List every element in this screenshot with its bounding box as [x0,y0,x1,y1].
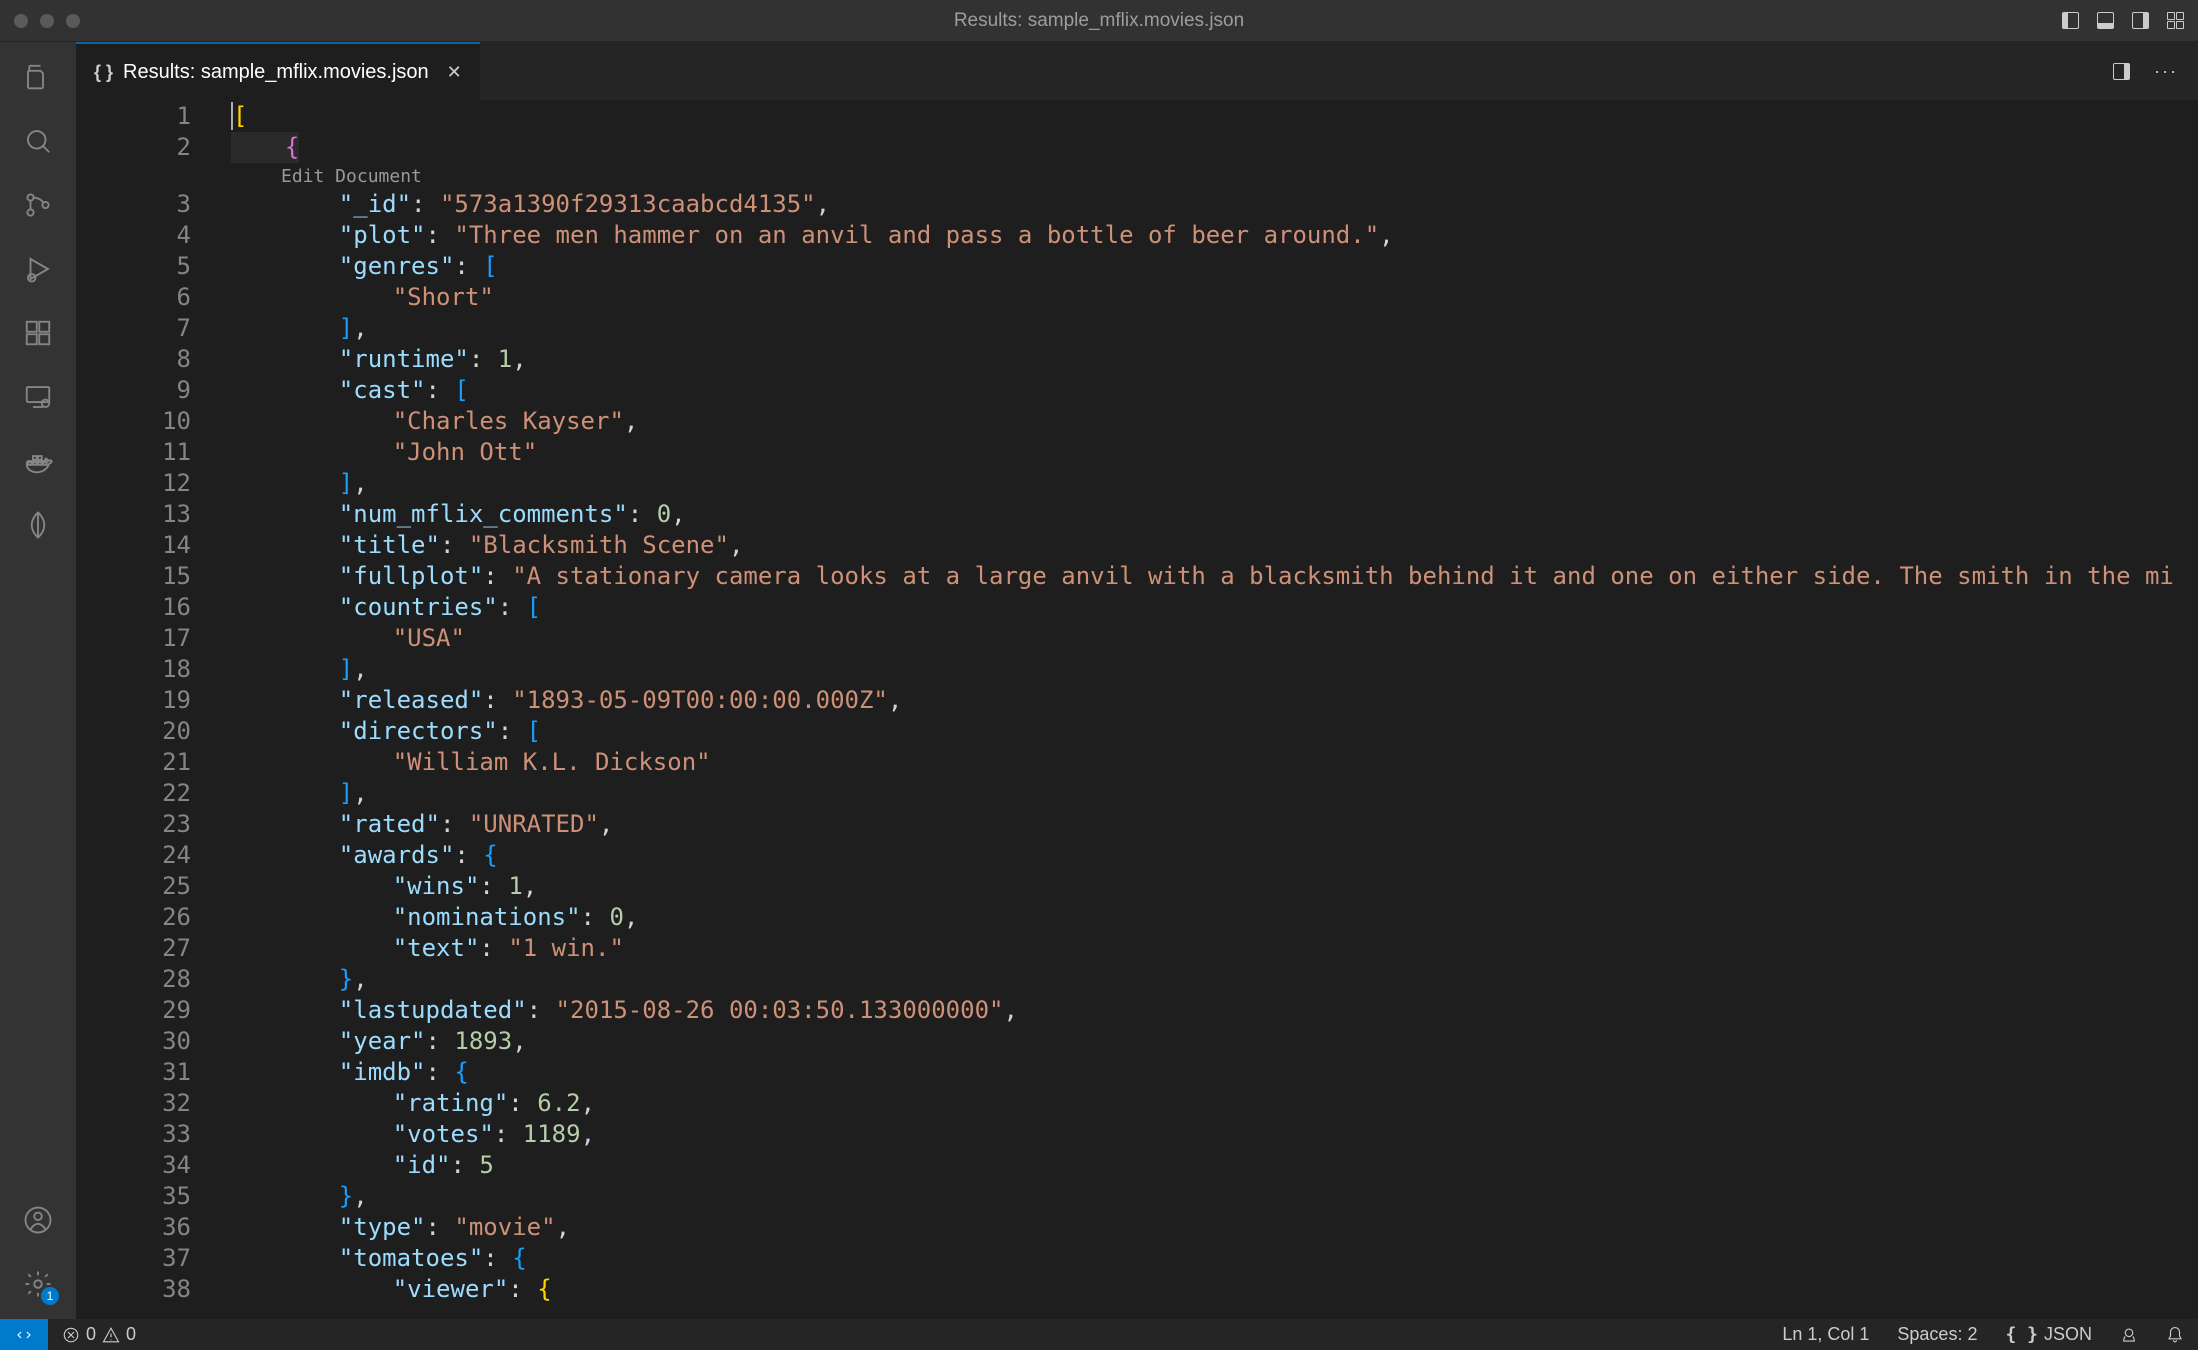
source-control-icon[interactable] [21,188,55,222]
activity-bar [0,42,76,1319]
settings-gear-icon[interactable] [21,1267,55,1301]
editor-area: { } Results: sample_mflix.movies.json ✕ … [76,42,2198,1319]
close-tab-icon[interactable]: ✕ [447,62,462,83]
title-bar-layout-controls [2062,12,2198,29]
run-debug-icon[interactable] [21,252,55,286]
more-actions-icon[interactable]: ··· [2154,61,2178,82]
json-braces-icon: { } [2005,1324,2038,1345]
toggle-primary-sidebar-icon[interactable] [2062,12,2079,29]
editor-tabs: { } Results: sample_mflix.movies.json ✕ … [76,42,2198,101]
code-editor[interactable]: 1234567891011121314151617181920212223242… [76,101,2198,1319]
window-controls[interactable] [0,14,80,28]
remote-indicator[interactable] [0,1319,48,1350]
accounts-icon[interactable] [21,1203,55,1237]
close-window-icon[interactable] [14,14,28,28]
problems-status[interactable]: 0 0 [48,1324,150,1345]
split-editor-icon[interactable] [2113,63,2130,80]
extensions-icon[interactable] [21,316,55,350]
status-bar: 0 0 Ln 1, Col 1 Spaces: 2 { } JSON [0,1319,2198,1350]
tab-results-json[interactable]: { } Results: sample_mflix.movies.json ✕ [76,42,480,100]
codelens-edit-document[interactable]: Edit Document [231,163,2174,189]
cursor-position[interactable]: Ln 1, Col 1 [1768,1324,1883,1345]
title-bar: Results: sample_mflix.movies.json [0,0,2198,42]
minimap[interactable] [2174,101,2198,1319]
error-count: 0 [86,1324,96,1345]
remote-explorer-icon[interactable] [21,380,55,414]
maximize-window-icon[interactable] [66,14,80,28]
code-content[interactable]: [ {Edit Document "_id": "573a1390f29313c… [231,101,2174,1319]
minimize-window-icon[interactable] [40,14,54,28]
notifications-icon[interactable] [2152,1326,2198,1344]
line-number-gutter: 1234567891011121314151617181920212223242… [76,101,231,1319]
tab-label: Results: sample_mflix.movies.json [123,61,429,84]
explorer-icon[interactable] [21,60,55,94]
mongodb-icon[interactable] [21,508,55,542]
toggle-panel-icon[interactable] [2097,12,2114,29]
docker-icon[interactable] [21,444,55,478]
search-icon[interactable] [21,124,55,158]
toggle-secondary-sidebar-icon[interactable] [2132,12,2149,29]
json-file-icon: { } [94,62,113,83]
indentation-status[interactable]: Spaces: 2 [1883,1324,1991,1345]
customize-layout-icon[interactable] [2167,12,2184,29]
feedback-icon[interactable] [2106,1326,2152,1344]
language-label: JSON [2044,1324,2092,1345]
warning-count: 0 [126,1324,136,1345]
language-mode[interactable]: { } JSON [1991,1324,2106,1345]
window-title: Results: sample_mflix.movies.json [954,10,1244,32]
